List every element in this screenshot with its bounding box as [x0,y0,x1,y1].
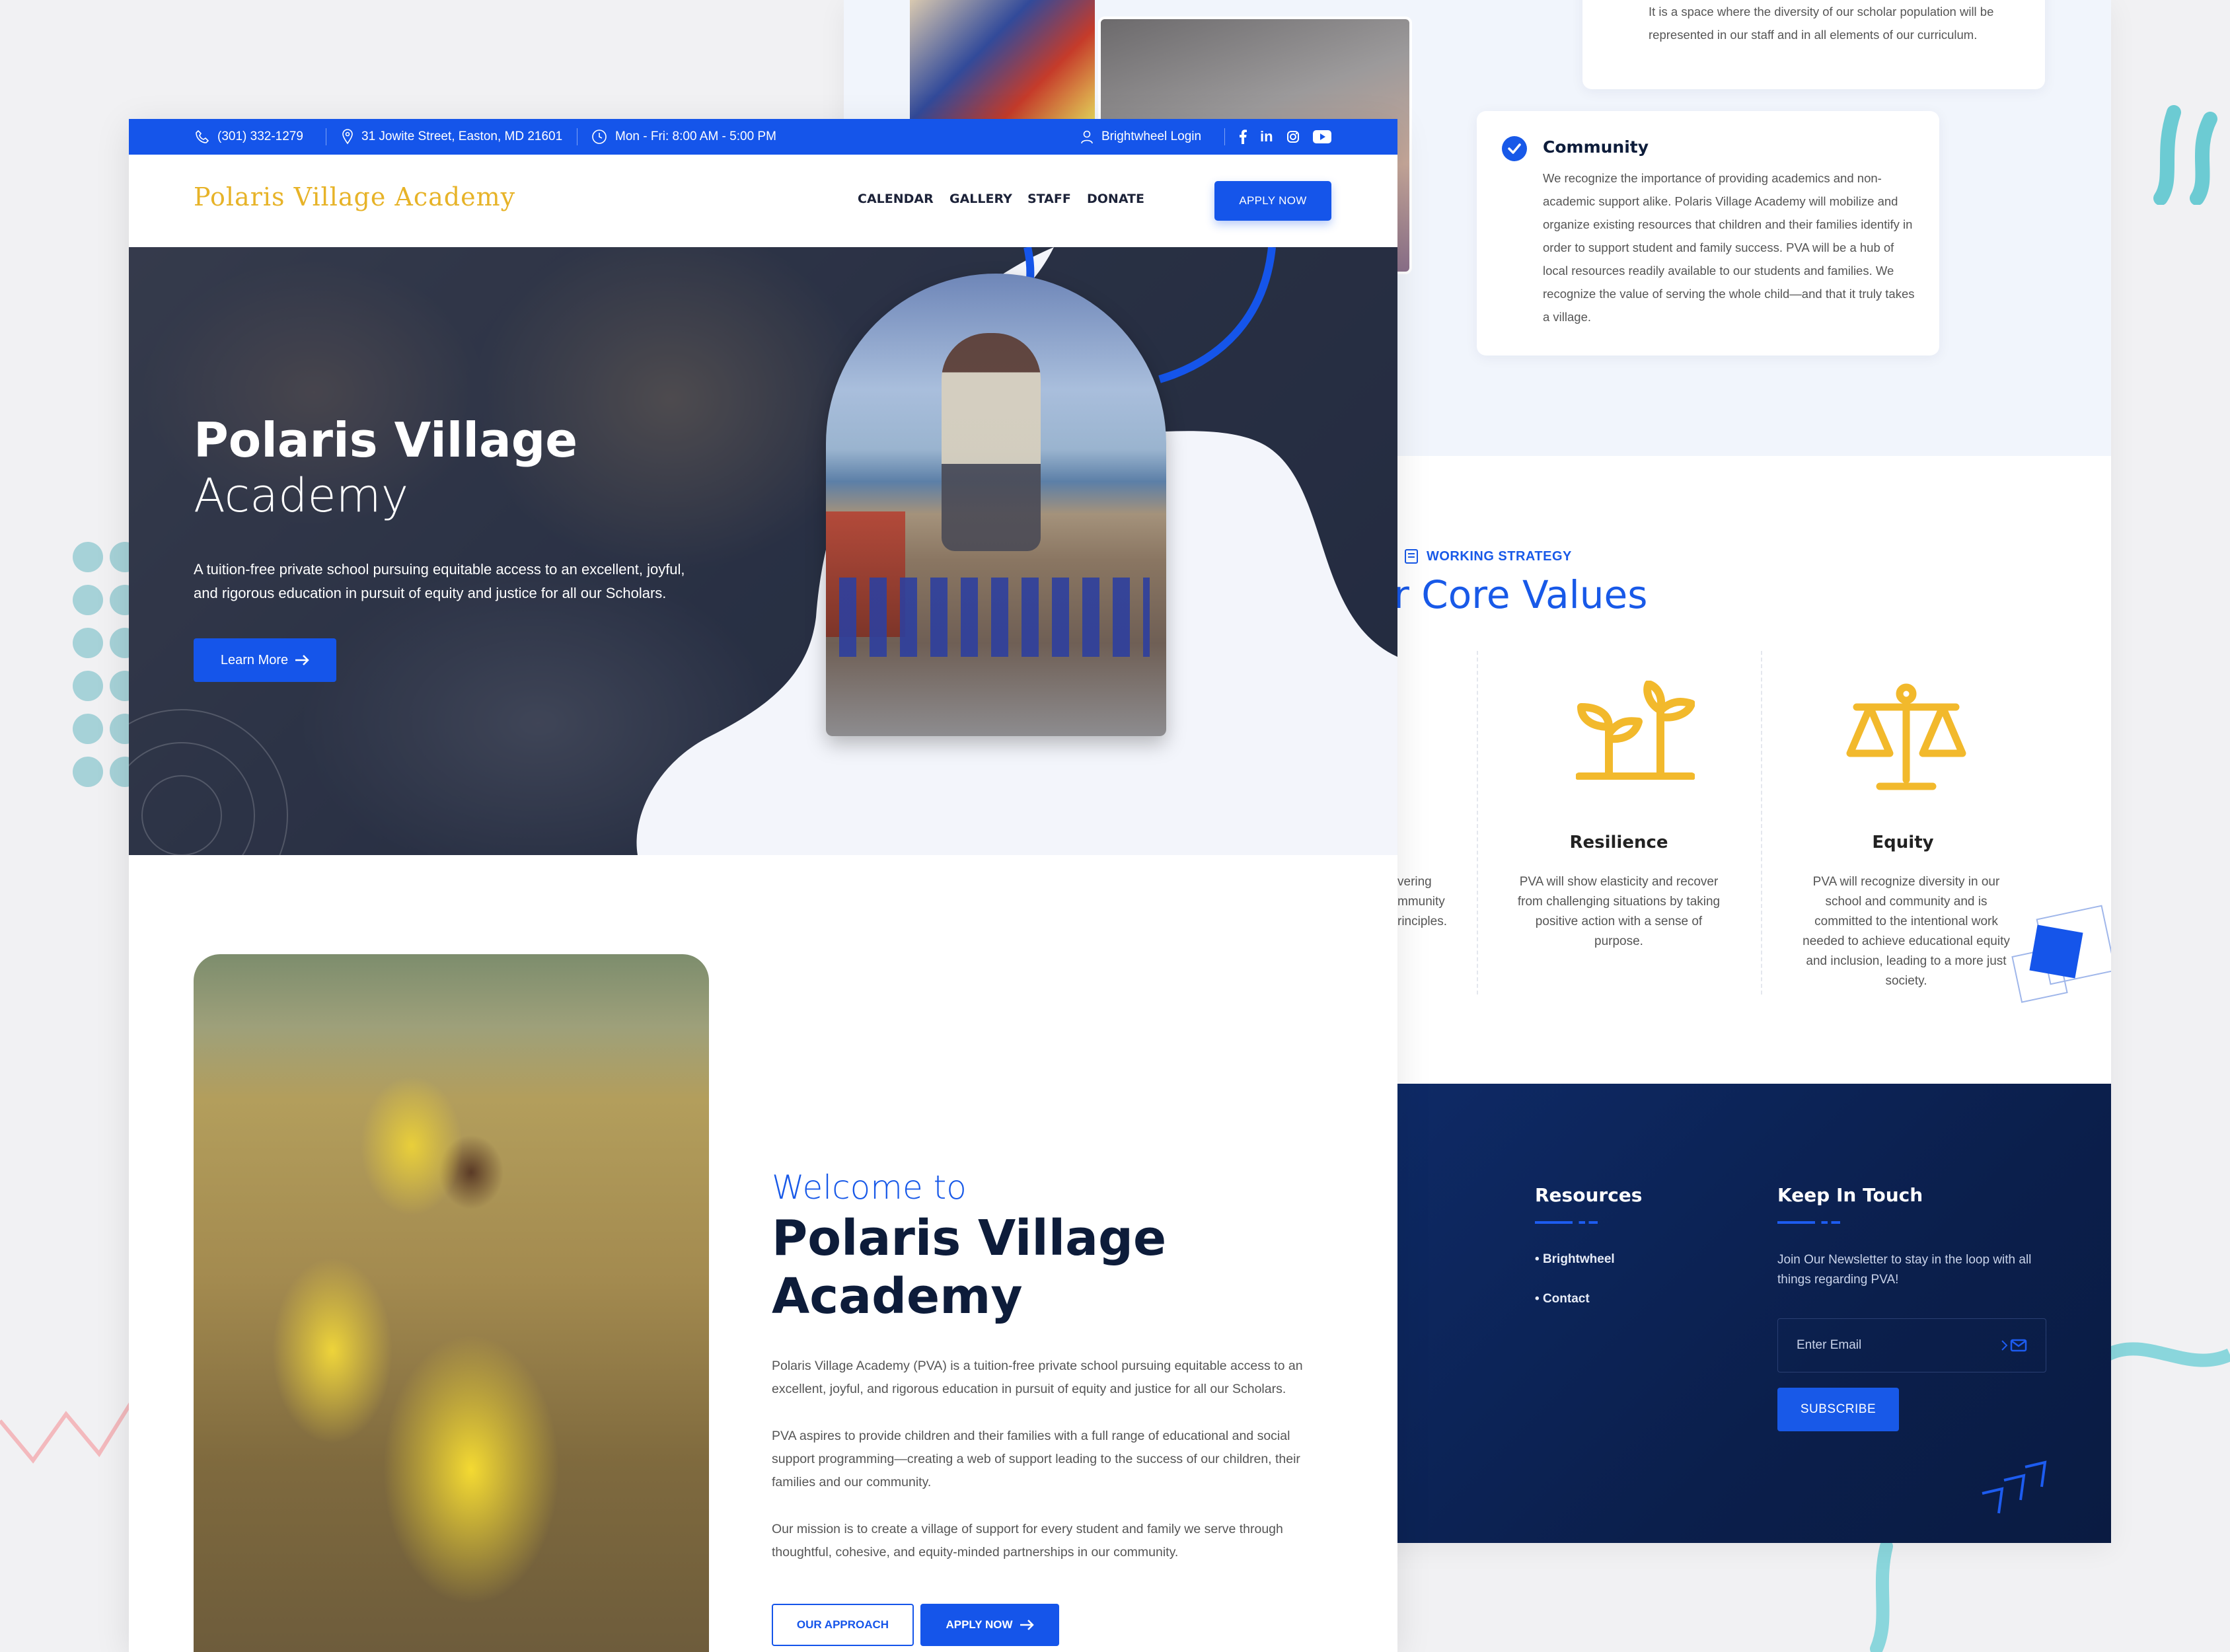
subscribe-button[interactable]: SUBSCRIBE [1777,1388,1899,1431]
brightwheel-login[interactable]: Brightwheel Login [1080,130,1201,144]
value-card: It is a space where the diversity of our… [1582,0,2045,89]
decorative-stroke [1870,1540,1893,1652]
phone-text: (301) 332-1279 [217,130,303,143]
youtube-icon[interactable] [1312,130,1331,143]
social-links: in [1239,128,1331,145]
nav-calendar[interactable]: CALENDAR [858,192,934,206]
site-footer: Resources • Brightwheel • Contact Keep I… [1397,1084,2111,1543]
community-title: Community [1543,137,1649,157]
instagram-icon[interactable] [1286,130,1300,143]
email-placeholder: Enter Email [1797,1338,1862,1352]
phone-item[interactable]: (301) 332-1279 [195,130,303,144]
arrow-right-icon [1020,1620,1034,1630]
map-pin-icon [342,129,353,145]
linkedin-icon[interactable]: in [1260,128,1273,145]
clock-icon [592,130,607,144]
hero-subtitle: Academy [194,469,409,523]
welcome-title-line1: Polaris Village [772,1210,1167,1267]
decorative-brackets [1982,1460,2047,1514]
value-title: Equity [1872,833,1934,852]
hero-description: A tuition-free private school pursuing e… [194,561,685,601]
core-values-title: r Core Values [1394,572,1648,617]
user-icon [1081,130,1093,144]
footer-link-contact[interactable]: • Contact [1535,1292,1590,1306]
hours-item: Mon - Fri: 8:00 AM - 5:00 PM [591,129,776,145]
nav-gallery[interactable]: GALLERY [949,192,1012,206]
mural-photo [826,274,1166,736]
welcome-paragraph: PVA aspires to provide children and thei… [772,1429,1300,1489]
welcome-paragraph: Polaris Village Academy (PVA) is a tuiti… [772,1359,1303,1396]
welcome-paragraph: Our mission is to create a village of su… [772,1522,1283,1559]
section-eyebrow: WORKING STRATEGY [1404,548,1572,564]
value-text: PVA will show elasticity and recover fro… [1517,875,1721,948]
check-icon [1502,136,1527,161]
apply-now-button[interactable]: APPLY NOW [1214,181,1331,221]
heading-underline [1535,1221,1598,1224]
partial-value-text: vering mmunity rinciples. [1397,875,1447,928]
divider [1224,128,1225,145]
apply-now-button-secondary[interactable]: APPLY NOW [920,1604,1059,1646]
apply-now-label: APPLY NOW [946,1618,1013,1631]
main-nav: Polaris Village Academy CALENDAR GALLERY… [129,155,1397,247]
arrow-right-icon [295,655,309,665]
document-icon [1405,549,1418,564]
students-photo [194,954,709,1652]
login-text: Brightwheel Login [1101,130,1202,143]
community-card: Community We recognize the importance of… [1477,111,1939,356]
footer-resources-title: Resources [1535,1184,1643,1206]
children-group [839,578,1150,657]
mural-figure [942,333,1041,551]
email-field[interactable]: Enter Email [1777,1318,2046,1372]
classroom-photo [910,0,1095,119]
nav-donate[interactable]: DONATE [1087,192,1144,206]
footer-keep-title: Keep In Touch [1777,1184,1923,1206]
welcome-eyebrow: Welcome to [772,1168,967,1207]
hero-section: Polaris Village Academy A tuition-free p… [129,247,1397,855]
newsletter-text: Join Our Newsletter to stay in the loop … [1777,1253,2032,1287]
nav-staff[interactable]: STAFF [1027,192,1071,206]
hero-title: Polaris Village [194,412,578,468]
learn-more-label: Learn More [220,652,289,667]
heading-underline [1777,1221,1840,1224]
site-logo[interactable]: Polaris Village Academy [194,182,515,211]
decorative-zigzag [0,1400,132,1464]
community-text: We recognize the importance of providing… [1543,171,1915,324]
column-divider [1477,651,1478,995]
phone-icon [196,130,209,143]
hero-blob-shape [129,247,1397,855]
address-item[interactable]: 31 Jowite Street, Easton, MD 21601 [342,129,562,145]
column-divider [1761,651,1762,995]
decorative-squiggle [2153,105,2217,205]
decorative-wave [2108,1342,2230,1367]
footer-link-brightwheel[interactable]: • Brightwheel [1535,1252,1615,1267]
value-text: PVA will recognize diversity in our scho… [1803,875,2010,988]
facebook-icon[interactable] [1239,130,1247,144]
learn-more-button[interactable]: Learn More [194,638,336,682]
welcome-title-line2: Academy [772,1268,1023,1325]
send-mail-icon [2001,1339,2027,1352]
our-approach-button[interactable]: OUR APPROACH [772,1604,914,1646]
decorative-squares [2011,905,2111,1003]
sprout-icon [1576,681,1695,780]
address-text: 31 Jowite Street, Easton, MD 21601 [361,130,563,143]
home-page: (301) 332-1279 31 Jowite Street, Easton,… [129,119,1397,1652]
eyebrow-label: WORKING STRATEGY [1427,548,1572,564]
value-title: Resilience [1569,833,1668,852]
value-card-text: It is a space where the diversity of our… [1649,5,1994,42]
scales-icon [1846,683,1966,790]
contact-bar: (301) 332-1279 31 Jowite Street, Easton,… [129,119,1397,155]
hours-text: Mon - Fri: 8:00 AM - 5:00 PM [615,130,776,143]
